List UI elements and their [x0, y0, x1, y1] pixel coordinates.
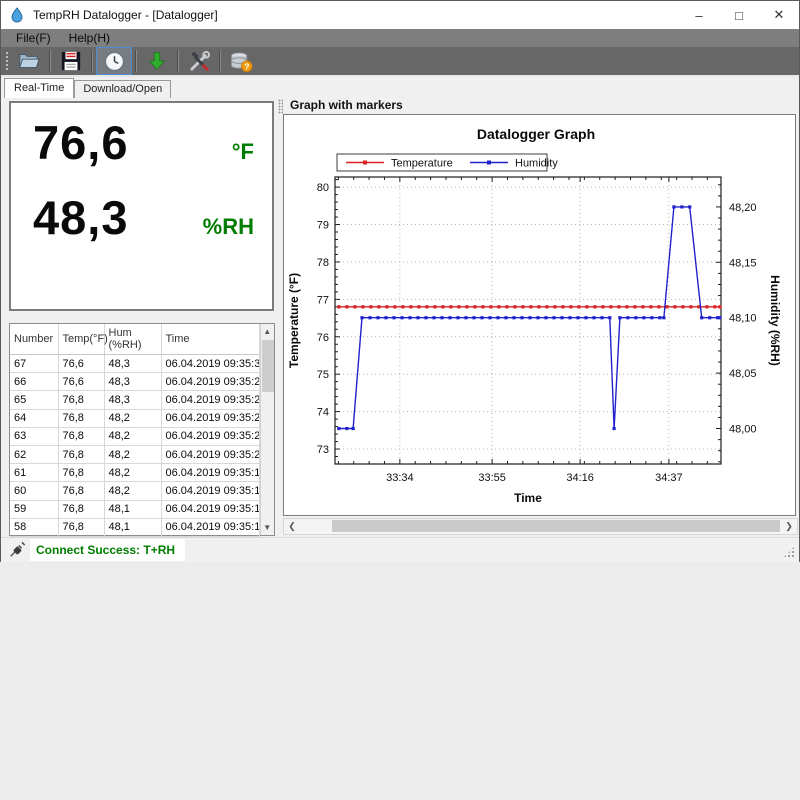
svg-text:Temperature (°F): Temperature (°F)	[287, 273, 301, 368]
table-row[interactable]: 5976,848,106.04.2019 09:35:14	[10, 500, 259, 518]
live-readout-panel: 76,6 °F 48,3 %RH	[9, 101, 274, 311]
table-row[interactable]: 6076,848,206.04.2019 09:35:16	[10, 482, 259, 500]
table-row[interactable]: 6676,648,306.04.2019 09:35:29	[10, 373, 259, 391]
minimize-button[interactable]: –	[679, 1, 719, 29]
toolbar-grip[interactable]	[5, 51, 10, 71]
scroll-right-icon[interactable]: ❯	[781, 521, 797, 532]
menu-file[interactable]: File(F)	[7, 29, 60, 47]
tab-realtime[interactable]: Real-Time	[4, 78, 74, 98]
graph-panel: Datalogger Graph 73 74 75 76 77 78 79 80 48,00 48,…	[283, 114, 796, 516]
scroll-up-icon[interactable]: ▲	[261, 324, 275, 339]
download-arrow-icon	[146, 50, 168, 72]
svg-text:75: 75	[317, 369, 329, 381]
svg-text:33:34: 33:34	[386, 472, 414, 484]
maximize-button[interactable]: □	[719, 1, 759, 29]
toolbar-separator	[177, 50, 179, 72]
table-row[interactable]: 5876,848,106.04.2019 09:35:12	[10, 518, 259, 536]
floppy-save-icon	[60, 50, 82, 72]
svg-text:80: 80	[317, 182, 329, 194]
svg-text:78: 78	[317, 257, 329, 269]
svg-text:79: 79	[317, 220, 329, 232]
log-table-panel: Number Temp(°F) Hum (%RH) Time 6776,648,…	[9, 323, 275, 536]
svg-text:48,00: 48,00	[729, 424, 757, 436]
svg-text:48,05: 48,05	[729, 368, 757, 380]
svg-text:48,20: 48,20	[729, 202, 757, 214]
table-row[interactable]: 6176,848,206.04.2019 09:35:18	[10, 464, 259, 482]
table-row[interactable]: 6376,848,206.04.2019 09:35:23	[10, 427, 259, 445]
realtime-clock-button[interactable]	[96, 47, 132, 75]
svg-text:Datalogger Graph: Datalogger Graph	[477, 126, 595, 142]
open-file-button[interactable]	[12, 48, 46, 74]
temperature-unit: °F	[232, 139, 254, 165]
app-icon	[9, 7, 25, 23]
col-number[interactable]: Number	[10, 324, 58, 355]
humidity-readout: 48,3 %RH	[11, 184, 272, 245]
table-vertical-scrollbar[interactable]: ▲ ▼	[260, 324, 275, 535]
toolbar-separator	[219, 50, 221, 72]
window-title: TempRH Datalogger - [Datalogger]	[33, 8, 218, 22]
table-header-row: Number Temp(°F) Hum (%RH) Time	[10, 324, 259, 355]
database-question-icon: ?	[228, 50, 254, 73]
svg-text:Humidity (%RH): Humidity (%RH)	[768, 275, 782, 366]
tools-icon	[188, 50, 211, 73]
svg-text:76: 76	[317, 332, 329, 344]
settings-button[interactable]	[182, 48, 216, 74]
clock-icon	[103, 50, 126, 73]
toolbar-separator	[135, 50, 137, 72]
app-window: TempRH Datalogger - [Datalogger] – □ ✕ F…	[0, 0, 800, 562]
table-row[interactable]: 6276,848,206.04.2019 09:35:21	[10, 445, 259, 463]
humidity-value: 48,3	[33, 190, 128, 245]
svg-text:34:16: 34:16	[566, 472, 594, 484]
table-row[interactable]: 6476,848,206.04.2019 09:35:25	[10, 409, 259, 427]
svg-text:?: ?	[244, 61, 249, 71]
data-table: Number Temp(°F) Hum (%RH) Time 6776,648,…	[10, 324, 260, 537]
status-bar: Connect Success: T+RH	[1, 537, 799, 562]
scroll-down-icon[interactable]: ▼	[261, 520, 275, 535]
hscrollbar-thumb[interactable]	[332, 520, 780, 532]
menu-bar: File(F) Help(H)	[1, 29, 799, 47]
open-folder-icon	[17, 50, 41, 72]
connection-plug-icon	[8, 541, 26, 559]
humidity-unit: %RH	[203, 214, 254, 240]
temperature-value: 76,6	[33, 115, 128, 170]
svg-text:77: 77	[317, 294, 329, 306]
toolbar-divider	[1, 75, 799, 77]
title-bar: TempRH Datalogger - [Datalogger] – □ ✕	[1, 1, 799, 29]
svg-text:48,10: 48,10	[729, 313, 757, 325]
close-button[interactable]: ✕	[759, 1, 799, 29]
toolbar: ?	[1, 47, 799, 75]
status-message: Connect Success: T+RH	[36, 543, 175, 557]
save-button[interactable]	[54, 48, 88, 74]
svg-text:Temperature: Temperature	[391, 158, 453, 170]
temperature-readout: 76,6 °F	[11, 109, 272, 170]
svg-text:74: 74	[317, 407, 329, 419]
col-hum[interactable]: Hum (%RH)	[104, 324, 161, 355]
menu-help[interactable]: Help(H)	[60, 29, 119, 47]
svg-text:Time: Time	[514, 491, 542, 505]
svg-text:33:55: 33:55	[478, 472, 506, 484]
resize-grip[interactable]	[783, 546, 795, 558]
scrollbar-thumb[interactable]	[262, 340, 274, 392]
graph-horizontal-scrollbar[interactable]: ❮ ❯	[283, 518, 798, 535]
panel-splitter-grip[interactable]	[278, 99, 283, 114]
table-row[interactable]: 6776,648,306.04.2019 09:35:31	[10, 355, 259, 373]
status-chip: Connect Success: T+RH	[30, 539, 185, 561]
scroll-left-icon[interactable]: ❮	[284, 521, 300, 532]
datalogger-chart: Datalogger Graph 73 74 75 76 77 78 79 80 48,00 48,…	[284, 115, 793, 513]
download-button[interactable]	[140, 48, 174, 74]
database-button[interactable]: ?	[224, 48, 258, 74]
tab-download-open[interactable]: Download/Open	[74, 80, 171, 98]
col-time[interactable]: Time	[161, 324, 259, 355]
table-row[interactable]: 6576,848,306.04.2019 09:35:27	[10, 391, 259, 409]
svg-text:73: 73	[317, 444, 329, 456]
col-temp[interactable]: Temp(°F)	[58, 324, 104, 355]
graph-group-header: Graph with markers	[290, 98, 403, 112]
toolbar-separator	[91, 50, 93, 72]
tab-strip: Real-Time Download/Open	[1, 79, 799, 98]
toolbar-separator	[49, 50, 51, 72]
svg-text:48,15: 48,15	[729, 257, 757, 269]
svg-text:34:37: 34:37	[655, 472, 683, 484]
svg-text:Humidity: Humidity	[515, 158, 558, 170]
